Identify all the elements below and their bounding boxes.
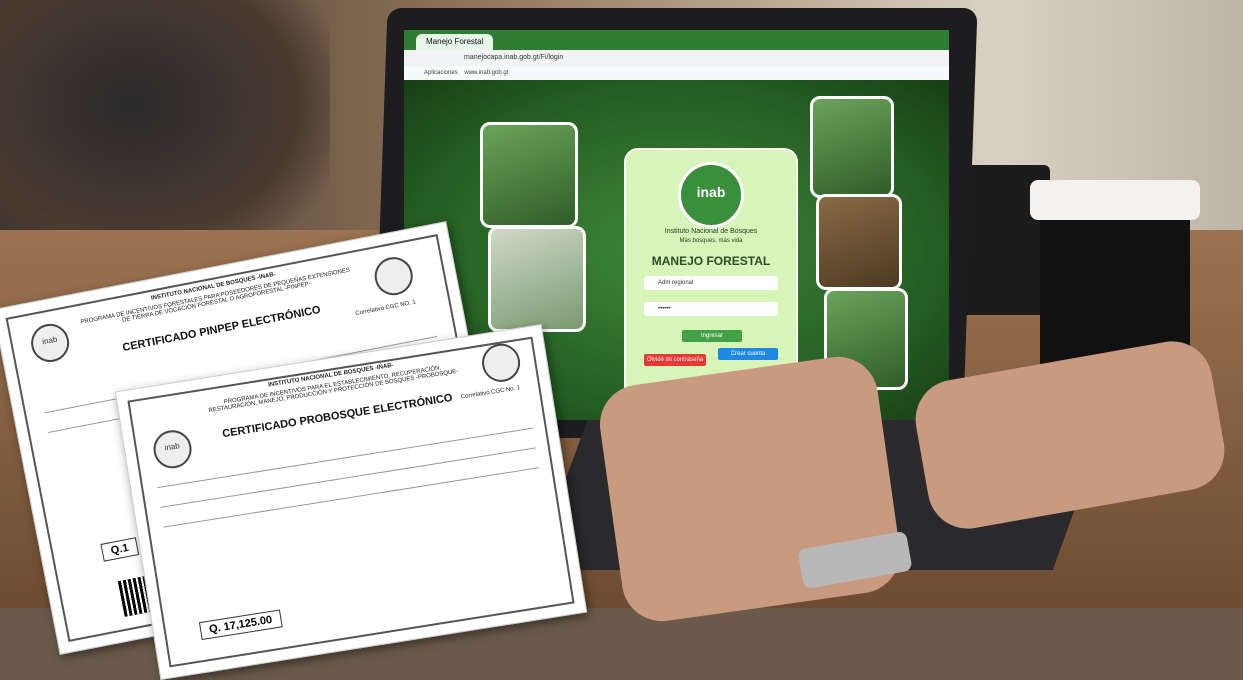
forest-photo-2 bbox=[810, 96, 894, 198]
forest-photo-1 bbox=[480, 122, 578, 228]
username-field[interactable]: Adm regional bbox=[644, 276, 778, 290]
browser-tab-bar: Manejo Forestal bbox=[404, 30, 949, 50]
blurred-person bbox=[0, 0, 330, 260]
password-field[interactable]: •••••• bbox=[644, 302, 778, 316]
login-button[interactable]: Ingresar bbox=[682, 330, 742, 342]
inab-logo: inab bbox=[678, 162, 744, 228]
coffee-cup-lid bbox=[1030, 180, 1200, 220]
org-name: Instituto Nacional de Bosques bbox=[664, 228, 758, 235]
meeting-photo bbox=[488, 226, 586, 332]
timber-photo bbox=[816, 194, 902, 290]
forgot-password-button[interactable]: Olvidé mi contraseña bbox=[644, 354, 706, 366]
app-title: MANEJO FORESTAL bbox=[651, 254, 771, 268]
bookmarks-bar: Aplicaciones www.inab.gob.gt bbox=[404, 66, 949, 80]
org-motto: Más bosques, más vida bbox=[679, 238, 743, 244]
bookmark-apps[interactable]: Aplicaciones bbox=[424, 70, 458, 76]
url-bar[interactable]: manejocapa.inab.gob.gt/Fi/login bbox=[404, 50, 949, 66]
bookmark-inab[interactable]: www.inab.gob.gt bbox=[464, 70, 508, 76]
left-hand bbox=[594, 351, 906, 627]
browser-tab[interactable]: Manejo Forestal bbox=[416, 34, 494, 50]
create-account-button[interactable]: Crear cuenta bbox=[718, 348, 778, 360]
